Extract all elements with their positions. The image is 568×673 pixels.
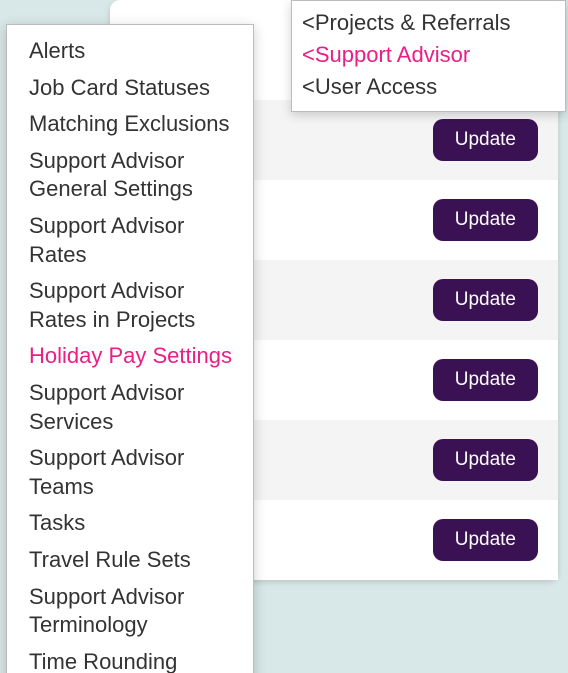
update-button[interactable]: Update [433, 199, 538, 241]
submenu-item-matching-exclusions[interactable]: Matching Exclusions [29, 110, 241, 139]
parent-menu-item-user-access[interactable]: <User Access [302, 71, 555, 103]
submenu-item-holiday-pay-settings[interactable]: Holiday Pay Settings [29, 342, 241, 371]
submenu-item-travel-rule-sets[interactable]: Travel Rule Sets [29, 546, 241, 575]
submenu-item-teams[interactable]: Support Advisor Teams [29, 444, 241, 501]
parent-menu-popup: <Projects & Referrals <Support Advisor <… [291, 0, 566, 112]
submenu-item-rates[interactable]: Support Advisor Rates [29, 212, 241, 269]
submenu-item-job-card-statuses[interactable]: Job Card Statuses [29, 74, 241, 103]
update-button[interactable]: Update [433, 359, 538, 401]
submenu-item-services[interactable]: Support Advisor Services [29, 379, 241, 436]
update-button[interactable]: Update [433, 439, 538, 481]
submenu-item-terminology[interactable]: Support Advisor Terminology [29, 583, 241, 640]
submenu-item-tasks[interactable]: Tasks [29, 509, 241, 538]
update-button[interactable]: Update [433, 119, 538, 161]
update-button[interactable]: Update [433, 279, 538, 321]
parent-menu-item-support-advisor[interactable]: <Support Advisor [302, 39, 555, 71]
submenu-item-time-rounding[interactable]: Time Rounding [29, 648, 241, 673]
submenu-item-rates-in-projects[interactable]: Support Advisor Rates in Projects [29, 277, 241, 334]
submenu-item-general-settings[interactable]: Support Advisor General Settings [29, 147, 241, 204]
submenu-item-alerts[interactable]: Alerts [29, 37, 241, 66]
parent-menu-item-projects[interactable]: <Projects & Referrals [302, 7, 555, 39]
update-button[interactable]: Update [433, 519, 538, 561]
submenu-popup: Alerts Job Card Statuses Matching Exclus… [6, 24, 254, 673]
